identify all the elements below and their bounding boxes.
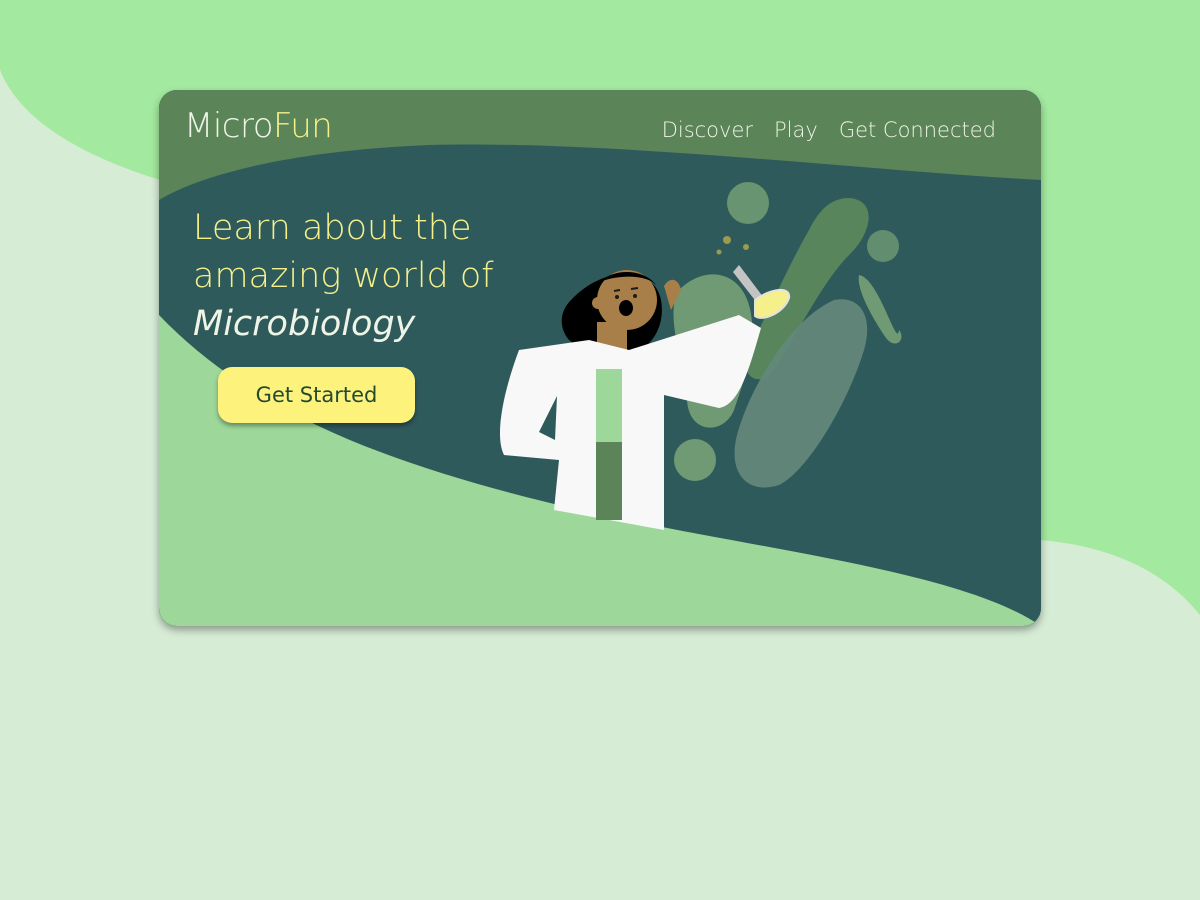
brand-logo-part1: Micro [184, 106, 274, 146]
brand-logo[interactable]: MicroFun [184, 106, 333, 146]
nav-discover[interactable]: Discover [662, 118, 753, 142]
hero-card: MicroFun Discover Play Get Connected Lea… [159, 90, 1041, 626]
hero-heading: Learn about the amazing world of Microbi… [193, 204, 494, 348]
main-nav: Discover Play Get Connected [662, 118, 996, 142]
hero-line-1: Learn about the [193, 208, 472, 248]
brand-logo-part2: Fun [273, 106, 333, 146]
hero-line-2: amazing world of [193, 256, 494, 296]
nav-play[interactable]: Play [774, 118, 818, 142]
hero-line-3: Microbiology [193, 304, 416, 344]
hero-illustration [159, 90, 1041, 626]
nav-get-connected[interactable]: Get Connected [839, 118, 996, 142]
get-started-button[interactable]: Get Started [218, 367, 415, 423]
